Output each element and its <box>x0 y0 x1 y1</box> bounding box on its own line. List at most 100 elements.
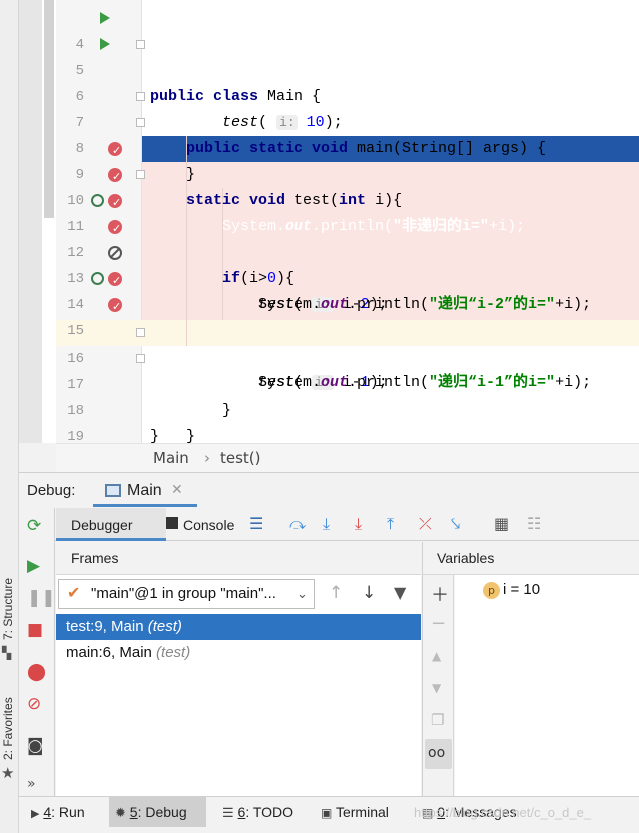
fold-marker-icon[interactable] <box>136 92 145 101</box>
code-line-17[interactable]: 17 } <box>56 346 639 445</box>
variables-toolbar: ＋ − ▲ ▼ ❐ oo <box>422 575 454 796</box>
stop-icon[interactable]: ■ <box>27 620 43 640</box>
fold-marker-icon[interactable] <box>136 354 145 363</box>
code-line-12[interactable]: 12 System.out.println("递归“i-2”的i="+i); <box>56 214 639 313</box>
code-line-6[interactable]: 6 test( i: 10); <box>56 58 639 131</box>
editor-left-gutter <box>19 0 42 443</box>
terminal-tab-label: Terminal <box>335 804 389 820</box>
move-down-icon[interactable]: ▼ <box>432 681 441 695</box>
pause-icon[interactable]: ❚❚ <box>27 588 56 608</box>
code-line-5[interactable]: 5 public static void main(String[] args)… <box>56 32 639 157</box>
view-breakpoints-icon[interactable]: ⬤ <box>27 662 46 682</box>
tab-console[interactable]: Console <box>166 508 236 541</box>
code-line-8[interactable]: 8 static void test(int i){ <box>56 110 639 209</box>
breakpoint-icon[interactable] <box>108 164 122 190</box>
code-line-13[interactable]: 13 <box>56 240 639 287</box>
run-tool-tab[interactable]: ▶ 4: Run <box>31 797 85 827</box>
run-icon: ▶ <box>31 808 40 820</box>
resume-icon[interactable]: ▶ <box>27 556 40 576</box>
code-line-11[interactable]: 11 test( i: i-2); <box>56 188 639 313</box>
debug-tab-number: 5 <box>129 804 138 820</box>
variables-header: Variables <box>422 542 639 575</box>
move-up-icon[interactable]: ▲ <box>432 649 441 663</box>
todo-tool-tab[interactable]: ☰ 6: TODO <box>222 797 293 827</box>
frames-panel: ✔ "main"@1 in group "main"... ⌄ ↑ ↓ ▼ te… <box>56 575 421 796</box>
code-line-9[interactable]: 9 System.out.println("非递归的i="+i); <box>56 136 639 235</box>
fold-marker-icon[interactable] <box>136 170 145 179</box>
debug-tab-label: : Debug <box>137 804 187 820</box>
watermark: https://blog.csdn.net/c_o_d_e_ <box>414 805 592 820</box>
breadcrumb-class[interactable]: Main <box>153 444 189 473</box>
frame-location: test:9, Main <box>66 618 144 635</box>
new-watch-icon[interactable]: ＋ <box>431 581 449 607</box>
drop-frame-icon[interactable]: ⤫ <box>419 515 432 533</box>
recursive-call-icon[interactable] <box>91 272 104 285</box>
breakpoint-icon[interactable] <box>108 138 122 164</box>
breakpoint-icon[interactable] <box>108 268 122 294</box>
step-over-icon[interactable]: ⤓ <box>323 515 330 533</box>
camera-icon[interactable]: ◙ <box>27 736 44 756</box>
breakpoint-icon[interactable] <box>108 190 122 216</box>
code-line-4[interactable]: 4 public class Main { <box>56 6 639 105</box>
run-gutter-icon[interactable] <box>100 12 110 24</box>
code-line-19[interactable]: 19 <box>56 398 639 445</box>
debug-label: Debug: <box>27 482 76 499</box>
frame-method: (test) <box>147 618 182 635</box>
show-watches-toggle[interactable]: oo <box>425 739 452 769</box>
frames-header: Frames <box>56 542 421 575</box>
code-line-15[interactable]: 15 System.out.println("递归“i-1”的i="+i); <box>56 292 639 391</box>
thread-selector[interactable]: ✔ "main"@1 in group "main"... ⌄ <box>58 579 315 609</box>
thread-selector-value: "main"@1 in group "main"... <box>91 585 276 602</box>
application-icon <box>105 484 121 497</box>
duplicate-icon[interactable]: ❐ <box>431 711 444 729</box>
terminal-tool-tab[interactable]: ▣ Terminal <box>321 797 389 827</box>
fold-marker-icon[interactable] <box>136 40 145 49</box>
layout-icon[interactable]: ☰ <box>249 515 263 533</box>
rerun-icon[interactable]: ⟳ <box>27 516 41 536</box>
evaluate-expression-icon[interactable]: ▦ <box>494 515 509 533</box>
next-frame-icon[interactable]: ↓ <box>362 583 376 603</box>
variables-title: Variables <box>437 550 495 566</box>
step-out-icon[interactable]: ⤒ <box>387 515 394 533</box>
trace-icon[interactable]: ☷ <box>527 515 541 533</box>
tab-debugger-label: Debugger <box>71 517 133 533</box>
run-tab-label: : Run <box>51 804 85 820</box>
debug-session-tab[interactable]: Main ✕ <box>93 475 197 507</box>
structure-tab[interactable]: 7: Structure <box>1 578 15 640</box>
run-gutter-icon[interactable] <box>100 38 110 50</box>
frame-row[interactable]: test:9, Main (test) <box>56 614 421 640</box>
force-step-into-icon[interactable]: ⤓ <box>355 515 362 533</box>
recursive-call-icon[interactable] <box>91 194 104 207</box>
console-icon <box>166 517 178 529</box>
code-line-10[interactable]: 10 if(i>0){ <box>56 162 639 287</box>
remove-watch-icon[interactable]: − <box>431 613 446 634</box>
code-line-20[interactable]: 20 <box>56 424 639 443</box>
frames-title: Frames <box>71 550 119 566</box>
show-execution-point-icon[interactable]: ⤼ <box>289 515 306 533</box>
code-line-7[interactable]: 7 } <box>56 84 639 183</box>
breakpoint-icon[interactable] <box>108 216 122 242</box>
disabled-breakpoint-icon[interactable] <box>108 246 122 260</box>
mute-breakpoints-icon[interactable]: ⊘ <box>27 694 41 714</box>
fold-marker-icon[interactable] <box>136 118 145 127</box>
more-actions-icon[interactable]: » <box>27 774 36 794</box>
breadcrumb-method[interactable]: test() <box>220 444 261 473</box>
fold-marker-icon[interactable] <box>136 328 145 337</box>
breakpoint-icon[interactable] <box>108 294 122 320</box>
debug-tool-tab[interactable]: ✹ 5: Debug <box>109 797 206 827</box>
close-tab-icon[interactable]: ✕ <box>171 482 183 498</box>
tab-debugger[interactable]: Debugger <box>56 508 166 541</box>
debug-tool-window-header: Debug: Main ✕ <box>19 472 639 508</box>
code-line-16[interactable]: 16 } <box>56 320 639 419</box>
variable-row[interactable]: p i = 10 <box>483 581 633 603</box>
filter-icon[interactable]: ▼ <box>394 583 406 602</box>
previous-frame-icon[interactable]: ↑ <box>329 583 343 603</box>
breadcrumb: Main › test() <box>56 443 639 472</box>
code-line-18[interactable]: 18 } <box>56 372 639 445</box>
frame-method: (test) <box>156 644 191 661</box>
frame-row[interactable]: main:6, Main (test) <box>56 640 421 666</box>
code-line-14[interactable]: 14 test( i: i-1); <box>56 266 639 391</box>
star-icon: ★ <box>1 764 15 782</box>
run-to-cursor-icon[interactable]: ⤥ <box>451 515 460 533</box>
favorites-tab[interactable]: 2: Favorites <box>1 697 15 760</box>
